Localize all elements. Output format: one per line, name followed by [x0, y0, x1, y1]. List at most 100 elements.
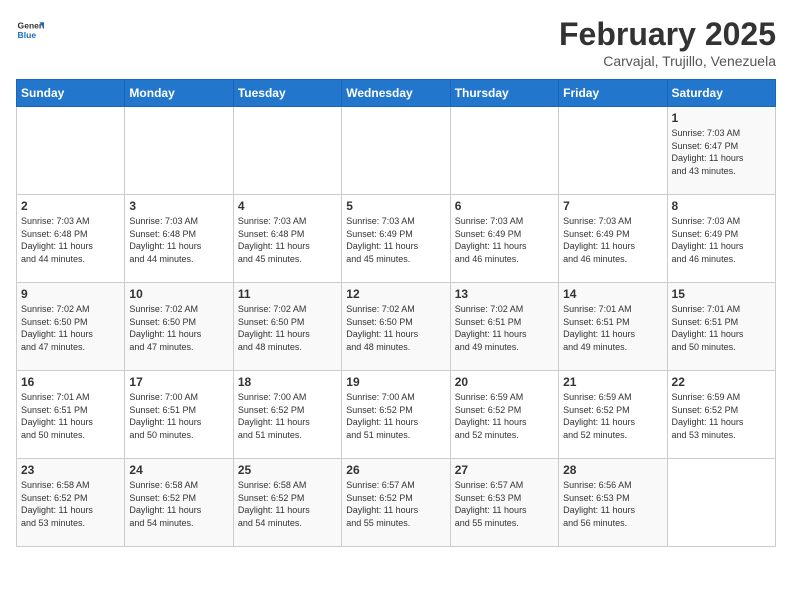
day-info: Sunrise: 7:02 AM Sunset: 6:50 PM Dayligh…	[346, 303, 445, 353]
day-cell: 13 Sunrise: 7:02 AM Sunset: 6:51 PM Dayli…	[450, 283, 558, 371]
day-info: Sunrise: 6:58 AM Sunset: 6:52 PM Dayligh…	[238, 479, 337, 529]
month-year-title: February 2025	[559, 16, 776, 53]
day-cell: 10 Sunrise: 7:02 AM Sunset: 6:50 PM Dayli…	[125, 283, 233, 371]
day-cell: 1 Sunrise: 7:03 AM Sunset: 6:47 PM Daylig…	[667, 107, 775, 195]
day-cell: 9 Sunrise: 7:02 AM Sunset: 6:50 PM Daylig…	[17, 283, 125, 371]
week-row-4: 16 Sunrise: 7:01 AM Sunset: 6:51 PM Dayli…	[17, 371, 776, 459]
day-cell	[342, 107, 450, 195]
day-info: Sunrise: 7:03 AM Sunset: 6:49 PM Dayligh…	[455, 215, 554, 265]
day-info: Sunrise: 7:03 AM Sunset: 6:49 PM Dayligh…	[563, 215, 662, 265]
day-cell	[450, 107, 558, 195]
day-number: 3	[129, 199, 228, 213]
col-header-sunday: Sunday	[17, 80, 125, 107]
day-number: 10	[129, 287, 228, 301]
day-cell	[125, 107, 233, 195]
day-number: 5	[346, 199, 445, 213]
day-info: Sunrise: 6:57 AM Sunset: 6:53 PM Dayligh…	[455, 479, 554, 529]
logo: General Blue	[16, 16, 44, 44]
day-number: 8	[672, 199, 771, 213]
day-cell: 11Sunrise: 7:02 AM Sunset: 6:50 PM Dayli…	[233, 283, 341, 371]
day-cell: 25 Sunrise: 6:58 AM Sunset: 6:52 PM Dayli…	[233, 459, 341, 547]
day-number: 16	[21, 375, 120, 389]
col-header-tuesday: Tuesday	[233, 80, 341, 107]
day-cell: 5 Sunrise: 7:03 AM Sunset: 6:49 PM Daylig…	[342, 195, 450, 283]
day-number: 9	[21, 287, 120, 301]
day-number: 2	[21, 199, 120, 213]
day-info: Sunrise: 6:59 AM Sunset: 6:52 PM Dayligh…	[563, 391, 662, 441]
col-header-saturday: Saturday	[667, 80, 775, 107]
day-cell: 2 Sunrise: 7:03 AM Sunset: 6:48 PM Daylig…	[17, 195, 125, 283]
day-cell: 19Sunrise: 7:00 AM Sunset: 6:52 PM Dayli…	[342, 371, 450, 459]
svg-text:General: General	[18, 20, 44, 30]
day-info: Sunrise: 7:01 AM Sunset: 6:51 PM Dayligh…	[21, 391, 120, 441]
day-cell: 7 Sunrise: 7:03 AM Sunset: 6:49 PM Daylig…	[559, 195, 667, 283]
day-info: Sunrise: 7:02 AM Sunset: 6:50 PM Dayligh…	[238, 303, 337, 353]
day-cell: 27 Sunrise: 6:57 AM Sunset: 6:53 PM Dayli…	[450, 459, 558, 547]
day-info: Sunrise: 6:59 AM Sunset: 6:52 PM Dayligh…	[455, 391, 554, 441]
day-number: 7	[563, 199, 662, 213]
day-number: 18	[238, 375, 337, 389]
day-info: Sunrise: 6:59 AM Sunset: 6:52 PM Dayligh…	[672, 391, 771, 441]
day-number: 4	[238, 199, 337, 213]
week-row-5: 23 Sunrise: 6:58 AM Sunset: 6:52 PM Dayli…	[17, 459, 776, 547]
day-number: 24	[129, 463, 228, 477]
day-cell: 18 Sunrise: 7:00 AM Sunset: 6:52 PM Dayli…	[233, 371, 341, 459]
day-cell	[667, 459, 775, 547]
day-info: Sunrise: 7:02 AM Sunset: 6:51 PM Dayligh…	[455, 303, 554, 353]
day-info: Sunrise: 7:03 AM Sunset: 6:48 PM Dayligh…	[238, 215, 337, 265]
day-cell	[559, 107, 667, 195]
col-header-friday: Friday	[559, 80, 667, 107]
day-cell: 14 Sunrise: 7:01 AM Sunset: 6:51 PM Dayli…	[559, 283, 667, 371]
day-info: Sunrise: 7:01 AM Sunset: 6:51 PM Dayligh…	[563, 303, 662, 353]
day-number: 22	[672, 375, 771, 389]
day-cell: 8Sunrise: 7:03 AM Sunset: 6:49 PM Daylig…	[667, 195, 775, 283]
day-number: 13	[455, 287, 554, 301]
day-info: Sunrise: 7:03 AM Sunset: 6:48 PM Dayligh…	[129, 215, 228, 265]
day-cell: 24 Sunrise: 6:58 AM Sunset: 6:52 PM Dayli…	[125, 459, 233, 547]
day-number: 19	[346, 375, 445, 389]
col-header-monday: Monday	[125, 80, 233, 107]
day-cell	[17, 107, 125, 195]
day-info: Sunrise: 7:02 AM Sunset: 6:50 PM Dayligh…	[21, 303, 120, 353]
svg-text:Blue: Blue	[18, 30, 37, 40]
day-cell: 17Sunrise: 7:00 AM Sunset: 6:51 PM Dayli…	[125, 371, 233, 459]
week-row-1: 1 Sunrise: 7:03 AM Sunset: 6:47 PM Daylig…	[17, 107, 776, 195]
day-cell: 21 Sunrise: 6:59 AM Sunset: 6:52 PM Dayli…	[559, 371, 667, 459]
day-number: 25	[238, 463, 337, 477]
day-info: Sunrise: 6:58 AM Sunset: 6:52 PM Dayligh…	[21, 479, 120, 529]
title-block: February 2025 Carvajal, Trujillo, Venezu…	[559, 16, 776, 69]
day-number: 6	[455, 199, 554, 213]
day-number: 1	[672, 111, 771, 125]
day-number: 23	[21, 463, 120, 477]
day-cell: 22 Sunrise: 6:59 AM Sunset: 6:52 PM Dayli…	[667, 371, 775, 459]
day-info: Sunrise: 7:02 AM Sunset: 6:50 PM Dayligh…	[129, 303, 228, 353]
day-cell	[233, 107, 341, 195]
day-info: Sunrise: 7:03 AM Sunset: 6:48 PM Dayligh…	[21, 215, 120, 265]
day-info: Sunrise: 7:00 AM Sunset: 6:52 PM Dayligh…	[238, 391, 337, 441]
day-info: Sunrise: 7:01 AM Sunset: 6:51 PM Dayligh…	[672, 303, 771, 353]
day-cell: 15 Sunrise: 7:01 AM Sunset: 6:51 PM Dayli…	[667, 283, 775, 371]
day-cell: 6 Sunrise: 7:03 AM Sunset: 6:49 PM Daylig…	[450, 195, 558, 283]
day-info: Sunrise: 6:58 AM Sunset: 6:52 PM Dayligh…	[129, 479, 228, 529]
day-info: Sunrise: 7:03 AM Sunset: 6:47 PM Dayligh…	[672, 127, 771, 177]
day-number: 12	[346, 287, 445, 301]
day-cell: 16 Sunrise: 7:01 AM Sunset: 6:51 PM Dayli…	[17, 371, 125, 459]
day-cell: 23 Sunrise: 6:58 AM Sunset: 6:52 PM Dayli…	[17, 459, 125, 547]
day-number: 20	[455, 375, 554, 389]
calendar-table: SundayMondayTuesdayWednesdayThursdayFrid…	[16, 79, 776, 547]
week-row-2: 2 Sunrise: 7:03 AM Sunset: 6:48 PM Daylig…	[17, 195, 776, 283]
page-header: General Blue February 2025 Carvajal, Tru…	[16, 16, 776, 69]
day-info: Sunrise: 6:57 AM Sunset: 6:52 PM Dayligh…	[346, 479, 445, 529]
col-header-thursday: Thursday	[450, 80, 558, 107]
day-cell: 4 Sunrise: 7:03 AM Sunset: 6:48 PM Daylig…	[233, 195, 341, 283]
day-number: 21	[563, 375, 662, 389]
day-info: Sunrise: 7:03 AM Sunset: 6:49 PM Dayligh…	[346, 215, 445, 265]
day-cell: 26Sunrise: 6:57 AM Sunset: 6:52 PM Dayli…	[342, 459, 450, 547]
day-number: 15	[672, 287, 771, 301]
day-number: 14	[563, 287, 662, 301]
day-cell: 3 Sunrise: 7:03 AM Sunset: 6:48 PM Daylig…	[125, 195, 233, 283]
day-number: 28	[563, 463, 662, 477]
day-cell: 20 Sunrise: 6:59 AM Sunset: 6:52 PM Dayli…	[450, 371, 558, 459]
day-number: 27	[455, 463, 554, 477]
day-number: 17	[129, 375, 228, 389]
